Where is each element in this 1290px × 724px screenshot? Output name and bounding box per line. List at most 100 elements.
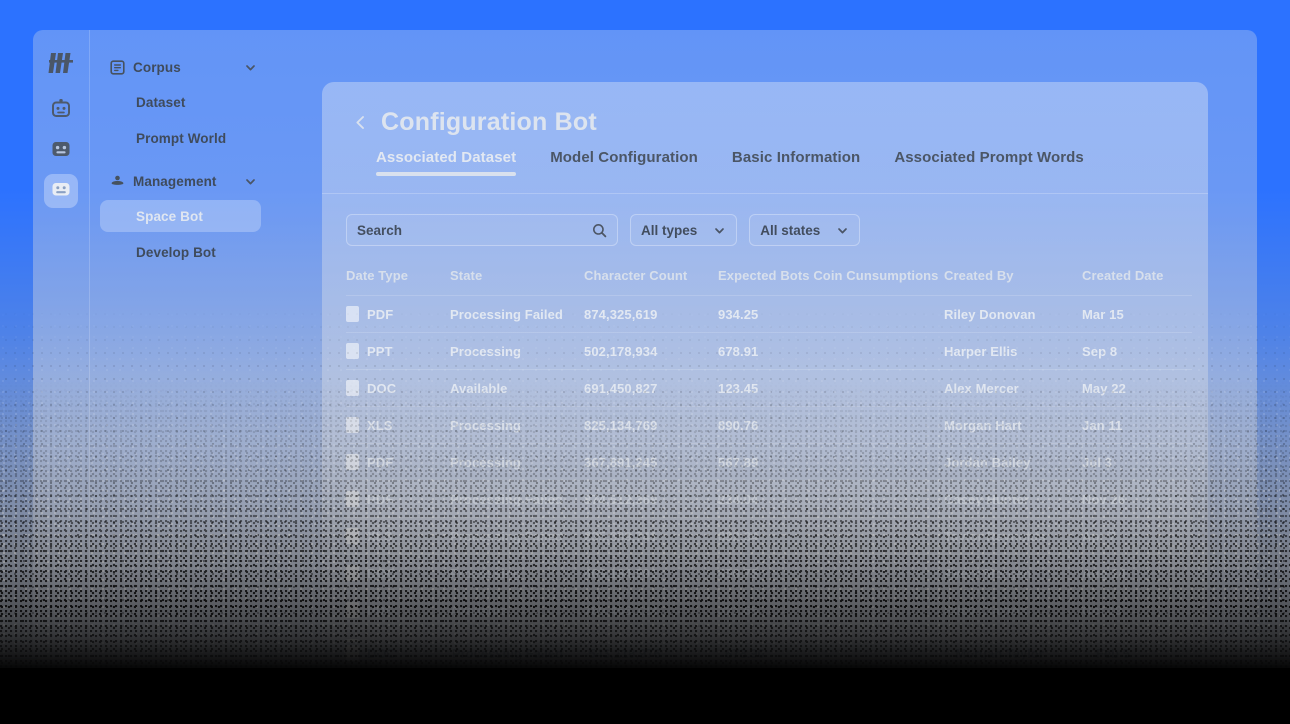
rail-item-robot-face[interactable] — [44, 134, 78, 168]
col-created-by[interactable]: Created By — [944, 260, 1082, 296]
bottom-black-band — [0, 668, 1290, 724]
sidebar-group-management-label: Management — [133, 173, 217, 189]
robot-bot-icon — [50, 178, 72, 205]
cell-created-by: Casey Hunter — [944, 480, 1082, 518]
document-list-icon — [110, 59, 127, 75]
panel-header: Configuration Bot Associated Dataset Mod… — [322, 82, 1208, 194]
management-icon — [110, 174, 127, 189]
file-type-icon — [346, 454, 359, 470]
cell-state: Processing Failed — [451, 645, 564, 661]
file-type-icon — [346, 380, 359, 396]
sidebar-group-management[interactable]: Management — [90, 166, 271, 196]
search-input[interactable] — [357, 222, 592, 238]
sidebar-item-develop-bot[interactable]: Develop Bot — [100, 236, 261, 268]
cell-created-date: Apr 7 — [1082, 517, 1192, 555]
cell-chars: 543,218,976 — [588, 645, 661, 661]
file-type-icon — [346, 491, 359, 507]
cell-state: Processing Failed — [450, 295, 584, 333]
table-row[interactable]: DOC Processing 409,164,501 456.78 Avery Morg… — [346, 554, 1192, 592]
table-row[interactable]: XLS Processing Failed 235,689,741 892.34 Tay… — [346, 517, 1192, 555]
configuration-bot-panel: Configuration Bot Associated Dataset Mod… — [322, 82, 1208, 642]
tab-associated-dataset[interactable]: Associated Dataset — [376, 149, 517, 176]
file-type-icon — [346, 528, 359, 544]
cell-date-type: XLS — [346, 406, 450, 444]
cell-created-by: Jordan Bailey — [944, 443, 1082, 481]
sidebar-item-prompt-world[interactable]: Prompt World — [100, 122, 261, 154]
cell-date-type: DOC — [346, 554, 450, 592]
tab-basic-information-label: Basic Information — [731, 149, 861, 166]
cell-created-date: Oct 19 — [1082, 591, 1192, 629]
table-row[interactable]: XLS Processing 825,134,769 890.76 Morgan Har… — [346, 406, 1192, 444]
cell-coin: 934.25 — [718, 295, 944, 333]
cell-date-type: PDF — [346, 443, 450, 481]
chevron-down-icon — [836, 224, 849, 237]
cell-coin: 123.45 — [718, 369, 944, 407]
cell-created-date: Sep 8 — [1082, 332, 1192, 370]
col-expected-coin[interactable]: Expected Bots Coin Cunsumptions — [718, 260, 944, 296]
robot-head-icon — [50, 98, 72, 125]
col-character-count[interactable]: Character Count — [584, 260, 718, 296]
type-filter-select[interactable]: All types — [630, 214, 738, 246]
tab-model-configuration[interactable]: Model Configuration — [550, 149, 698, 176]
col-state[interactable]: State — [450, 260, 584, 296]
table-row[interactable]: PDF Processing 367,891,245 567.89 Jordan Bai… — [346, 443, 1192, 481]
cell-coin: 890.76 — [718, 406, 944, 444]
tab-associated-prompt-words-label: Associated Prompt Words — [894, 149, 1084, 166]
sidebar-group-corpus[interactable]: Corpus — [90, 52, 271, 82]
chevron-down-icon[interactable] — [244, 61, 257, 74]
sidebar-group-corpus-label: Corpus — [133, 59, 181, 75]
chevron-down-icon — [713, 224, 726, 237]
table-row[interactable]: PDF Available 789,456,123 321.65 Riley Clayt… — [346, 591, 1192, 629]
cell-coin: 567.89 — [718, 443, 944, 481]
cell-date-type-label: DOC — [367, 565, 397, 581]
cell-date-type: XLS — [346, 517, 450, 555]
overflow-table-row: DOC Processing Failed 543,218,976 678.90… — [346, 638, 1208, 668]
cell-date-type-label: PDF — [367, 491, 394, 507]
chevron-down-icon[interactable] — [244, 175, 257, 188]
table-row[interactable]: DOC Processing Failed 543,218,976 678.90… — [346, 638, 1208, 668]
cell-date-type: DOC — [346, 638, 452, 668]
table-row[interactable]: PDF Processing Failed 874,512,369 234.04 Cas… — [346, 480, 1192, 518]
cell-chars: 789,456,123 — [584, 591, 718, 629]
cell-state: Available — [450, 369, 584, 407]
col-created-date[interactable]: Created Date — [1082, 260, 1192, 296]
cell-date-type-label: XLS — [367, 528, 393, 544]
panel-title-row: Configuration Bot — [322, 82, 1208, 137]
search-icon[interactable] — [592, 223, 607, 238]
page-title: Configuration Bot — [381, 108, 597, 136]
cell-state: Processing — [450, 443, 584, 481]
table-row[interactable]: PPT Processing 502,178,934 678.91 Harper Ell… — [346, 332, 1192, 370]
robot-face-icon — [50, 138, 72, 165]
col-date-type[interactable]: Date Type — [346, 260, 450, 296]
cell-chars: 874,512,369 — [584, 480, 718, 518]
tab-basic-information[interactable]: Basic Information — [732, 149, 860, 176]
cell-created-by: Avery Morgan — [944, 554, 1082, 592]
file-type-icon — [346, 602, 359, 618]
cell-state: Processing Failed — [450, 517, 584, 555]
cell-created-by: Riley Donovan — [944, 295, 1082, 333]
chevron-left-icon[interactable] — [352, 114, 369, 131]
table-row[interactable]: PDF Processing Failed 874,325,619 934.25 Ril… — [346, 295, 1192, 333]
table-row[interactable]: DOC Available 691,450,827 123.45 Alex Mercer… — [346, 369, 1192, 407]
cell-created-date: Mar 15 — [1082, 295, 1192, 333]
sidebar-item-dataset[interactable]: Dataset — [100, 86, 261, 118]
rail-item-robot-head[interactable] — [44, 94, 78, 128]
sidebar-item-space-bot[interactable]: Space Bot — [100, 200, 261, 232]
rail-item-space-bot[interactable] — [44, 174, 78, 208]
cell-created-date: Jul 3 — [1082, 443, 1192, 481]
file-type-icon — [346, 343, 359, 359]
cell-chars: 235,689,741 — [584, 517, 718, 555]
screenshot-stage: Corpus Dataset Prompt World Management S… — [0, 0, 1290, 724]
panel-tabs: Associated Dataset Model Configuration B… — [322, 149, 1208, 176]
sidebar-item-space-bot-label: Space Bot — [136, 208, 203, 224]
tab-associated-prompt-words[interactable]: Associated Prompt Words — [894, 149, 1084, 176]
cell-created-by: Taylor Reynolds — [944, 517, 1082, 555]
search-box[interactable] — [346, 214, 618, 246]
filter-toolbar: All types All states — [346, 214, 1184, 246]
cell-created-date: Jan 11 — [1082, 406, 1192, 444]
state-filter-select[interactable]: All states — [749, 214, 861, 246]
cell-date-type-label: PDF — [367, 602, 394, 618]
cell-state: Processing — [450, 406, 584, 444]
cell-coin: 234.04 — [718, 480, 944, 518]
cell-date-type-label: XLS — [367, 417, 393, 433]
